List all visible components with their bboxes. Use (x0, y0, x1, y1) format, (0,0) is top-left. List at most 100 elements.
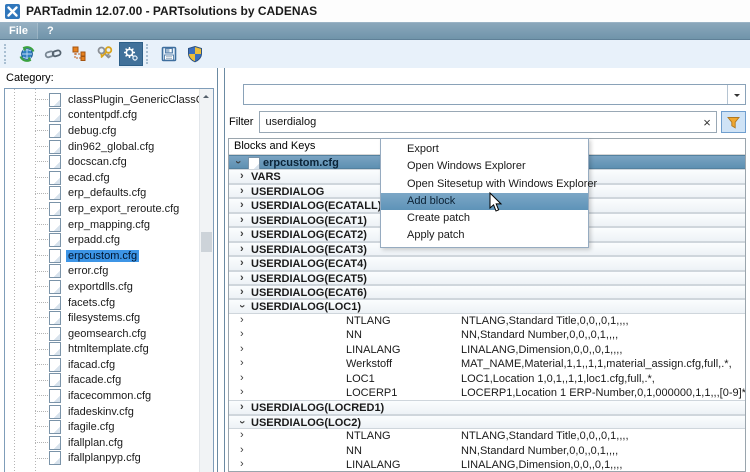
sidebar-item[interactable]: din962_global.cfg (5, 139, 199, 155)
blocks-tree-row[interactable]: › USERDIALOG(LOC2) (229, 414, 745, 430)
sidebar-item[interactable]: ifacecommon.cfg (5, 388, 199, 404)
blocks-tree-row[interactable]: › LOC1 LOC1,Location 1,0,1,,1,1,loc1.cfg… (229, 371, 745, 386)
chevron-icon[interactable]: › (240, 428, 244, 442)
scroll-up-icon[interactable] (203, 92, 209, 98)
filter-input[interactable] (260, 116, 698, 128)
sidebar-item[interactable]: ifacad.cfg (5, 357, 199, 373)
block-label: USERDIALOG(ECAT3) (251, 243, 367, 256)
sidebar-item-label: erpcustom.cfg (66, 249, 140, 262)
menu-item[interactable]: File (0, 23, 38, 39)
sidebar-item[interactable]: erpcustom.cfg (5, 248, 199, 264)
apply-filter-button[interactable] (721, 111, 746, 133)
sidebar-item-label: exportdlls.cfg (68, 280, 133, 293)
sidebar-item[interactable]: erp_export_reroute.cfg (5, 201, 199, 217)
blocks-tree-row[interactable]: › USERDIALOG(ECAT4) (229, 256, 745, 271)
sidebar-item[interactable]: exportdlls.cfg (5, 279, 199, 295)
sidebar-item[interactable]: debug.cfg (5, 123, 199, 139)
context-menu-item[interactable]: Open Sitesetup with Windows Explorer (381, 176, 597, 193)
blocks-tree-row[interactable]: › USERDIALOG(LOCRED1) (229, 400, 745, 415)
sidebar-item-label: geomsearch.cfg (68, 327, 147, 340)
sidebar-item[interactable]: ifallplan.cfg (5, 435, 199, 451)
blocks-tree-row[interactable]: › NN NN,Standard Number,0,0,,0,1,,,, (229, 443, 745, 459)
sidebar-item[interactable]: classPlugin_GenericClassChe (5, 92, 199, 108)
context-menu-item[interactable]: Open Windows Explorer (381, 158, 588, 175)
blocks-tree-row[interactable]: › USERDIALOG(ECAT5) (229, 270, 745, 285)
chevron-icon[interactable]: › (240, 271, 244, 285)
toolbar-grip[interactable] (4, 44, 10, 64)
chevron-icon[interactable]: › (240, 313, 244, 327)
sidebar-item[interactable]: ifacade.cfg (5, 373, 199, 389)
sidebar-item[interactable]: error.cfg (5, 264, 199, 280)
chevron-icon[interactable]: › (231, 160, 245, 164)
chevron-icon[interactable]: › (240, 256, 244, 270)
sidebar-item[interactable]: ecad.cfg (5, 170, 199, 186)
update-icon[interactable] (15, 42, 39, 66)
blocks-tree-row[interactable]: › Werkstoff MAT_NAME,Material,1,1,,1,1,m… (229, 356, 745, 372)
chevron-icon[interactable]: › (240, 285, 244, 299)
toolbar-grip[interactable] (146, 44, 152, 64)
sidebar-item[interactable]: ifagile.cfg (5, 419, 199, 435)
license-keys-icon[interactable] (93, 42, 117, 66)
sidebar-item[interactable]: erp_defaults.cfg (5, 186, 199, 202)
block-label: USERDIALOG(ECAT5) (251, 272, 367, 285)
chevron-icon[interactable]: › (240, 213, 244, 227)
context-menu-item[interactable]: Export (381, 141, 588, 158)
clear-filter-icon[interactable]: × (698, 115, 716, 130)
context-menu-item[interactable]: Create patch (381, 210, 588, 227)
connections-icon[interactable] (41, 42, 65, 66)
chevron-icon[interactable]: › (240, 400, 244, 414)
chevron-icon[interactable]: › (240, 327, 244, 341)
chevron-icon[interactable]: › (235, 420, 249, 424)
sidebar-item[interactable]: filesystems.cfg (5, 310, 199, 326)
file-icon (49, 373, 61, 388)
sidebar-item-label: ifagile.cfg (68, 421, 115, 434)
sidebar-item[interactable]: erpadd.cfg (5, 232, 199, 248)
sidebar-item[interactable]: docscan.cfg (5, 154, 199, 170)
sidebar-item[interactable]: facets.cfg (5, 295, 199, 311)
chevron-icon[interactable]: › (240, 242, 244, 256)
chevron-icon[interactable]: › (240, 385, 244, 399)
menu-item[interactable]: ? (38, 23, 63, 39)
chevron-icon[interactable]: › (240, 227, 244, 241)
save-icon[interactable] (157, 42, 181, 66)
blocks-tree-row[interactable]: › USERDIALOG(LOC1) (229, 299, 745, 314)
sidebar-item[interactable]: htmltemplate.cfg (5, 342, 199, 358)
chevron-icon[interactable]: › (240, 371, 244, 385)
sidebar-item[interactable]: ifallplanpyp.cfg (5, 451, 199, 467)
block-label: USERDIALOG(ECATALL) (251, 200, 382, 213)
chevron-icon[interactable]: › (240, 198, 244, 212)
block-label: Werkstoff (346, 358, 393, 371)
blocks-tree-row[interactable]: › NTLANG NTLANG,Standard Title,0,0,,0,1,… (229, 313, 745, 329)
settings-icon[interactable] (119, 42, 143, 66)
funnel-icon (727, 116, 740, 129)
panel-splitter[interactable] (217, 68, 225, 472)
blocks-tree-row[interactable]: › USERDIALOG(ECAT6) (229, 284, 745, 300)
chevron-icon[interactable]: › (240, 184, 244, 198)
sidebar-item-label: ifacad.cfg (68, 358, 116, 371)
blocks-tree-row[interactable]: › LINALANG LINALANG,Dimension,0,0,,0,1,,… (229, 457, 745, 471)
context-menu-item[interactable]: Add block (381, 192, 588, 211)
scrollbar-thumb[interactable] (201, 232, 212, 252)
block-label: VARS (251, 171, 281, 184)
class-hierarchy-icon[interactable] (67, 42, 91, 66)
blocks-tree-row[interactable]: › LOCERP1 LOCERP1,Location 1 ERP-Number,… (229, 385, 745, 401)
sidebar-item[interactable]: erp_mapping.cfg (5, 217, 199, 233)
blocks-tree-row[interactable]: › LINALANG LINALANG,Dimension,0,0,,0,1,,… (229, 342, 745, 358)
blocks-tree-row[interactable]: › NN NN,Standard Number,0,0,,0,1,,,, (229, 327, 745, 343)
sidebar-item[interactable]: contentpdf.cfg (5, 108, 199, 124)
category-scrollbar[interactable] (199, 89, 213, 472)
sidebar-item[interactable]: geomsearch.cfg (5, 326, 199, 342)
chevron-icon[interactable]: › (240, 457, 244, 471)
chevron-icon[interactable]: › (240, 356, 244, 370)
blocks-tree-row[interactable]: › NTLANG NTLANG,Standard Title,0,0,,0,1,… (229, 428, 745, 444)
config-combobox[interactable] (243, 84, 746, 105)
sidebar-item[interactable]: ifadeskinv.cfg (5, 404, 199, 420)
block-label: USERDIALOG(LOCRED1) (251, 402, 385, 415)
chevron-icon[interactable]: › (240, 169, 244, 183)
security-shield-icon[interactable] (183, 42, 207, 66)
chevron-icon[interactable]: › (240, 443, 244, 457)
chevron-icon[interactable]: › (240, 342, 244, 356)
chevron-icon[interactable]: › (235, 305, 249, 309)
context-menu-item[interactable]: Apply patch (381, 227, 588, 244)
combobox-dropdown-button[interactable] (727, 85, 745, 104)
